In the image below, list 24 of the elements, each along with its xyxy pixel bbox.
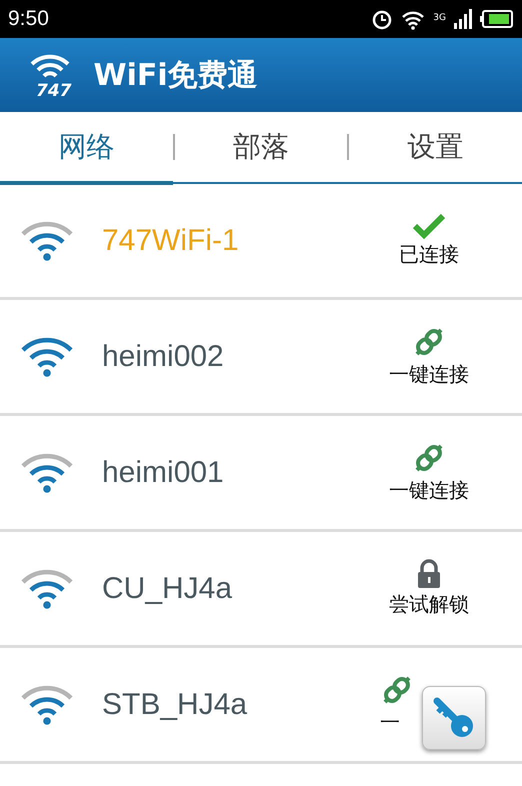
logo-text: 747 (36, 80, 72, 104)
signal-icon (454, 8, 472, 30)
clock-time: 9:50 (8, 6, 49, 32)
logo-icon (30, 53, 70, 79)
key-button[interactable] (422, 686, 486, 750)
action-button[interactable]: 已连接 (364, 212, 494, 270)
action-button[interactable]: 尝试解锁 (364, 558, 494, 620)
lock-icon (416, 558, 442, 588)
action-button[interactable]: 一 (380, 672, 418, 736)
network-name: heimi002 (102, 339, 225, 375)
alarm-icon (371, 8, 394, 30)
network-name: CU_HJ4a (102, 571, 234, 607)
tab[interactable]: 设置 (349, 112, 522, 182)
tab[interactable]: 网络 (0, 112, 173, 182)
network-name: STB_HJ4a (102, 687, 248, 723)
network-name: heimi001 (102, 455, 225, 491)
network-type: 3G (433, 12, 446, 25)
check-icon (413, 212, 445, 238)
action-button[interactable]: 一键连接 (364, 324, 494, 390)
app-title: WiFi免费通 (94, 56, 258, 94)
action-button[interactable]: 一键连接 (364, 440, 494, 506)
tab[interactable]: 部落 (174, 112, 348, 182)
battery-icon (480, 9, 514, 29)
network-name: 747WiFi-1 (102, 223, 240, 259)
